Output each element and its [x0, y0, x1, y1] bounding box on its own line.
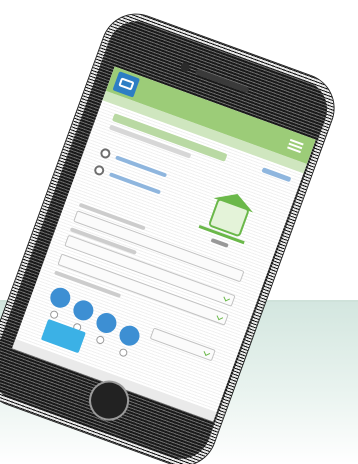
hamburger-menu-icon[interactable] — [287, 138, 304, 154]
option-circle[interactable] — [70, 297, 97, 324]
app-logo-icon[interactable] — [112, 71, 140, 98]
logo-mark — [118, 77, 135, 91]
option-circle[interactable] — [116, 322, 143, 349]
option-radio[interactable] — [49, 309, 60, 320]
illustration-caption — [210, 237, 229, 248]
option-circle[interactable] — [47, 284, 74, 311]
speaker-grille — [194, 68, 250, 94]
radio-button[interactable] — [98, 147, 112, 160]
option-radio[interactable] — [95, 334, 106, 346]
radio-button[interactable] — [92, 163, 106, 177]
chevron-down-icon — [203, 349, 211, 356]
camera-icon — [179, 61, 192, 73]
chevron-down-icon — [216, 313, 224, 321]
scene — [0, 0, 358, 464]
option-circle[interactable] — [93, 310, 120, 336]
page-link[interactable] — [261, 167, 292, 183]
small-select-field[interactable] — [149, 327, 216, 362]
option-radio[interactable] — [118, 347, 129, 358]
chevron-down-icon — [223, 294, 231, 302]
